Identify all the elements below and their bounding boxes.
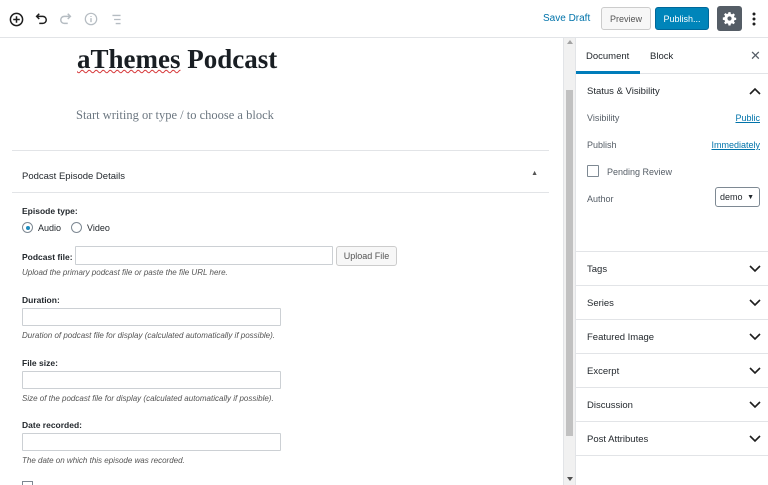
partial-checkbox[interactable] xyxy=(22,481,33,485)
panel-tags[interactable]: Tags xyxy=(576,252,768,286)
date-recorded-label: Date recorded: xyxy=(22,420,82,430)
pending-review-label: Pending Review xyxy=(607,167,673,177)
date-recorded-description: The date on which this episode was recor… xyxy=(22,456,185,465)
scroll-down-arrow-icon[interactable] xyxy=(567,477,573,481)
block-navigation-icon[interactable] xyxy=(106,9,126,29)
add-block-icon[interactable] xyxy=(6,9,26,29)
podcast-file-label: Podcast file: xyxy=(22,252,73,262)
status-visibility-title[interactable]: Status & Visibility xyxy=(587,86,660,97)
close-icon[interactable]: ✕ xyxy=(750,48,761,64)
author-select-value: demo xyxy=(720,192,743,202)
meta-box-title: Podcast Episode Details xyxy=(22,171,125,182)
publish-label: Publish xyxy=(587,140,617,150)
chevron-down-icon xyxy=(749,435,761,443)
file-size-label: File size: xyxy=(22,358,58,368)
settings-button[interactable] xyxy=(717,6,742,31)
podcast-file-description: Upload the primary podcast file or paste… xyxy=(22,268,228,277)
pending-review-checkbox[interactable] xyxy=(587,165,599,177)
visibility-link[interactable]: Public xyxy=(735,113,760,123)
settings-sidebar: Document Block ✕ Status & Visibility Vis… xyxy=(575,38,768,485)
status-visibility-panel: Status & Visibility Visibility Public Pu… xyxy=(576,74,768,252)
scroll-up-arrow-icon[interactable] xyxy=(567,40,573,44)
tab-block[interactable]: Block xyxy=(650,51,673,62)
chevron-down-icon: ▼ xyxy=(747,194,754,201)
duration-label: Duration: xyxy=(22,295,60,305)
redo-icon[interactable] xyxy=(56,9,76,29)
info-icon[interactable] xyxy=(81,9,101,29)
publish-date-link[interactable]: Immediately xyxy=(711,140,760,150)
panel-post-attributes-title: Post Attributes xyxy=(587,434,649,445)
gear-icon xyxy=(722,12,737,26)
meta-box-header[interactable]: Podcast Episode Details ▲ xyxy=(12,151,549,193)
chevron-up-icon[interactable] xyxy=(749,87,761,95)
radio-video-label: Video xyxy=(87,222,110,233)
panel-tags-title: Tags xyxy=(587,264,608,275)
author-select[interactable]: demo ▼ xyxy=(715,187,760,207)
more-options-icon[interactable] xyxy=(749,9,759,29)
panel-discussion[interactable]: Discussion xyxy=(576,388,768,422)
save-draft-button[interactable]: Save Draft xyxy=(543,13,590,24)
chevron-down-icon xyxy=(749,333,761,341)
duration-description: Duration of podcast file for display (ca… xyxy=(22,331,276,340)
sidebar-tabs: Document Block ✕ xyxy=(576,38,768,74)
scrollbar-thumb[interactable] xyxy=(566,90,573,436)
panel-excerpt-title: Excerpt xyxy=(587,366,620,377)
editor-toolbar: Save Draft Preview Publish... xyxy=(0,0,768,38)
chevron-down-icon xyxy=(749,401,761,409)
post-title-word-1: aThemes xyxy=(77,44,181,74)
date-recorded-input[interactable] xyxy=(22,433,281,451)
undo-icon[interactable] xyxy=(31,9,51,29)
radio-audio[interactable] xyxy=(22,222,33,233)
file-size-input[interactable] xyxy=(22,371,281,389)
editor-scrollbar[interactable] xyxy=(563,38,575,485)
radio-audio-label: Audio xyxy=(38,222,62,233)
episode-type-label: Episode type: xyxy=(22,206,78,216)
panel-series[interactable]: Series xyxy=(576,286,768,320)
panel-featured-image-title: Featured Image xyxy=(587,332,655,343)
upload-file-button[interactable]: Upload File xyxy=(336,246,397,266)
radio-video[interactable] xyxy=(71,222,83,233)
visibility-label: Visibility xyxy=(587,113,620,123)
episode-type-radio-group: Audio Video xyxy=(22,222,120,233)
panel-discussion-title: Discussion xyxy=(587,400,633,411)
chevron-down-icon xyxy=(749,265,761,273)
podcast-file-input[interactable] xyxy=(75,246,333,265)
duration-input[interactable] xyxy=(22,308,281,326)
block-placeholder[interactable]: Start writing or type / to choose a bloc… xyxy=(76,108,274,123)
panel-series-title: Series xyxy=(587,298,614,309)
panel-excerpt[interactable]: Excerpt xyxy=(576,354,768,388)
author-label: Author xyxy=(587,194,614,204)
chevron-down-icon xyxy=(749,367,761,375)
collapse-toggle-icon[interactable]: ▲ xyxy=(531,170,538,177)
preview-button[interactable]: Preview xyxy=(601,7,651,30)
tab-document[interactable]: Document xyxy=(586,51,629,62)
post-title[interactable]: aThemes Podcast xyxy=(77,44,277,75)
file-size-description: Size of the podcast file for display (ca… xyxy=(22,394,274,403)
post-title-word-2: Podcast xyxy=(180,44,278,74)
chevron-down-icon xyxy=(749,299,761,307)
publish-button[interactable]: Publish... xyxy=(655,7,709,30)
panel-featured-image[interactable]: Featured Image xyxy=(576,320,768,354)
panel-post-attributes[interactable]: Post Attributes xyxy=(576,422,768,456)
